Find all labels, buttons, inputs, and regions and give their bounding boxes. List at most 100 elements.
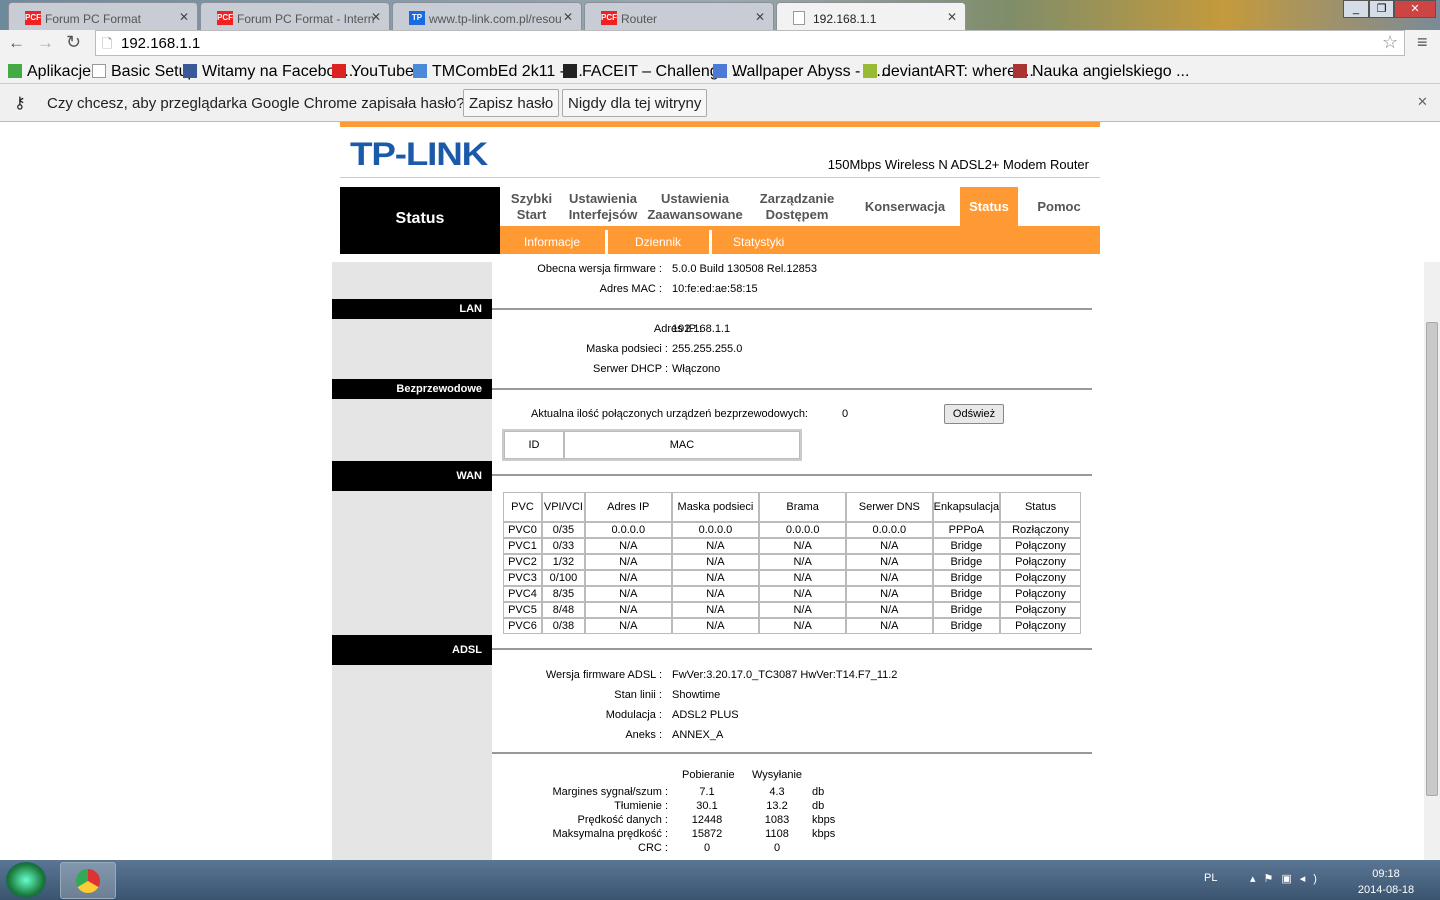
refresh-button[interactable]: Odśwież [944,404,1004,424]
bookmark[interactable]: YouTube [332,63,414,81]
stat-label: Margines sygnał/szum : [552,786,668,798]
mac-value: 10:fe:ed:ae:58:15 [672,283,758,295]
column-header: Serwer DNS [845,492,933,522]
tab-title: www.tp-link.com.pl/resou [429,12,562,26]
bookmark-label: TMCombEd 2k11 - ... [432,63,583,80]
divider [492,308,1092,310]
stat-download: 15872 [691,828,723,840]
browser-tab[interactable]: 192.168.1.1 ✕ [776,2,966,30]
tab-title: Router [621,12,658,26]
subnav-statystyki[interactable]: Statystyki [733,235,784,249]
nav-item[interactable]: Ustawienia Interfejsów [563,187,643,226]
table-cell: N/A [671,538,760,554]
nav-label: Zarządzanie Dostępem [760,191,834,223]
annex-value: ANNEX_A [672,729,724,741]
browser-tab[interactable]: TP www.tp-link.com.pl/resou ✕ [392,2,582,30]
table-cell: PVC0 [503,522,542,538]
table-cell: PPPoA [932,522,1001,538]
lan-mask-value: 255.255.255.0 [672,343,743,355]
maximize-button[interactable]: ❐ [1369,0,1394,18]
nav-item[interactable]: Szybki Start [500,187,563,226]
section-lan: LAN [332,299,492,319]
clock[interactable]: 09:18 2014-08-18 [1348,866,1424,898]
table-cell: N/A [845,602,933,618]
column-header: Brama [759,492,846,522]
bookmark[interactable]: Nauka angielskiego ... [1013,63,1189,81]
stat-label: Maksymalna prędkość : [552,828,668,840]
table-cell: N/A [584,554,672,570]
tray-icons[interactable]: ▴⚑▣◂) [1250,872,1325,885]
column-header: Maska podsieci [671,492,760,522]
browser-tab[interactable]: PCF Router ✕ [584,2,774,30]
close-tab-icon[interactable]: ✕ [563,10,573,24]
table-row: PVC1 0/33 N/A N/A N/A N/A Bridge Połączony [503,538,1081,554]
browser-tab[interactable]: PCF Forum PC Format ✕ [8,2,198,30]
line-state-value: Showtime [672,689,721,701]
adsl-fw-value: FwVer:3.20.17.0_TC3087 HwVer:T14.F7_11.2 [672,669,898,681]
nav-label-line: Szybki [510,190,553,206]
menu-icon[interactable]: ≡ [1417,32,1428,53]
close-tab-icon[interactable]: ✕ [179,10,189,24]
table-cell: Rozłączony [1000,522,1081,538]
stat-download: 12448 [691,814,723,826]
save-password-button[interactable]: Zapisz hasło [463,89,560,117]
stat-download: 7.1 [699,786,715,798]
page-icon: 🗋 [102,36,113,51]
back-icon[interactable]: ← [8,33,25,53]
nav-item[interactable]: Pomoc [1018,187,1100,226]
mac-label: Adres MAC : [599,283,662,295]
dhcp-value: Włączono [672,363,721,375]
scrollbar-thumb[interactable] [1426,322,1438,796]
tp-icon: TP [409,11,425,25]
reload-icon[interactable]: ↻ [66,32,81,53]
bookmark-label: Nauka angielskiego ... [1032,63,1190,80]
table-cell: N/A [845,618,933,634]
nav-label-line: Status [969,198,1009,214]
table-cell: 0/35 [541,522,585,538]
forward-icon[interactable]: → [37,33,54,53]
nav-label: Szybki Start [511,191,552,223]
stat-upload: 1083 [764,814,790,826]
stat-unit: db [812,800,825,812]
divider [492,474,1092,476]
close-infobar-icon[interactable]: ✕ [1417,94,1428,110]
nav-label-line: Interfejsów [568,206,638,222]
browser-tab[interactable]: PCF Forum PC Format - Intern ✕ [200,2,390,30]
bookmark[interactable]: TMCombEd 2k11 - ... [413,63,583,81]
divider [492,752,1092,754]
subnav-informacje[interactable]: Informacje [524,235,580,249]
nav-item[interactable]: Konserwacja [847,187,963,226]
bookmark[interactable]: Basic Setup [92,63,196,81]
close-tab-icon[interactable]: ✕ [947,10,957,24]
address-bar[interactable]: 192.168.1.1 [95,30,1405,56]
bookmark[interactable]: Aplikacje [8,63,91,81]
nav-item[interactable]: Status [960,187,1018,226]
nav-label-line: Zarządzanie [759,190,835,206]
stat-unit: kbps [812,814,836,826]
close-tab-icon[interactable]: ✕ [755,10,765,24]
bookmark[interactable]: deviantART: where ... [863,63,1034,81]
table-cell: N/A [759,538,846,554]
never-save-button[interactable]: Nigdy dla tej witryny [562,89,708,117]
language-indicator[interactable]: PL [1204,872,1217,884]
stat-upload: 1108 [765,828,789,840]
column-header: VPI/VCI [541,492,585,522]
subnav-dziennik[interactable]: Dziennik [635,235,681,249]
close-tab-icon[interactable]: ✕ [371,10,381,24]
lan-ip-value: 192.168.1.1 [672,323,731,335]
table-cell: 8/35 [541,586,585,602]
close-window-button[interactable]: ✕ [1394,0,1436,18]
minimize-button[interactable]: _ [1343,0,1369,18]
star-icon[interactable]: ☆ [1382,32,1398,53]
table-cell: N/A [759,554,846,570]
taskbar-chrome[interactable] [60,862,116,899]
dhcp-label: Serwer DHCP : [593,363,668,375]
chrome-icon [76,869,100,893]
bookmark-icon [1013,64,1027,78]
nav-item[interactable]: Ustawienia Zaawansowane [643,187,747,226]
pcf-icon: PCF [25,11,41,25]
start-button[interactable] [6,862,46,898]
divider [492,648,1092,650]
nav-item[interactable]: Zarządzanie Dostępem [747,187,847,226]
lan-ip-label: Adres IP : [653,323,702,335]
